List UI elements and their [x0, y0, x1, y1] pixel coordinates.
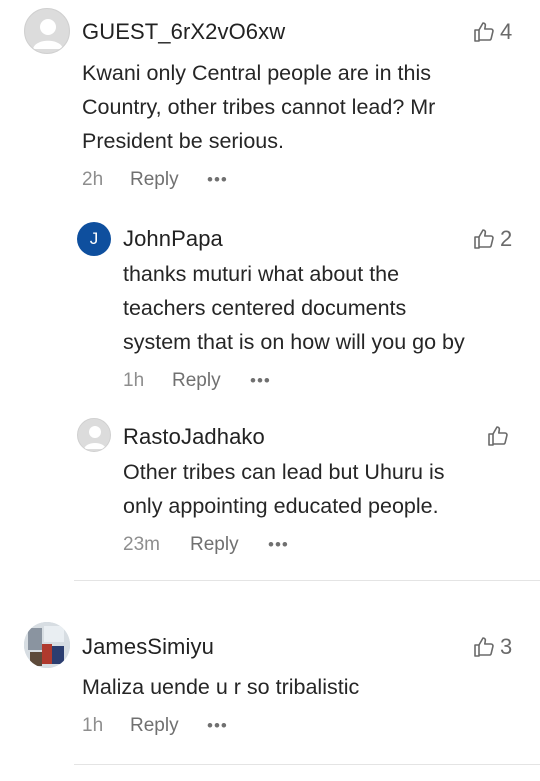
username[interactable]: GUEST_6rX2vO6xw [82, 19, 285, 45]
avatar[interactable]: J [77, 222, 111, 256]
more-options-button[interactable]: ••• [207, 170, 228, 190]
username[interactable]: RastoJadhako [123, 424, 265, 450]
reply-button[interactable]: Reply [130, 169, 179, 191]
more-options-button[interactable]: ••• [250, 371, 271, 391]
thumbs-up-icon [474, 22, 494, 42]
like-button[interactable]: 2 [472, 226, 512, 252]
reply-button[interactable]: Reply [172, 370, 221, 392]
like-count: 3 [500, 634, 513, 659]
user-photo-icon [24, 622, 70, 668]
timestamp: 1h [82, 715, 104, 736]
avatar[interactable] [24, 622, 70, 668]
comment-text-line: Kwani only Central people are in this [82, 61, 431, 85]
divider [74, 764, 540, 765]
like-button[interactable]: 4 [472, 19, 512, 45]
more-options-button[interactable]: ••• [207, 716, 228, 736]
comment-text-line: Country, other tribes cannot lead? Mr [82, 95, 436, 119]
avatar[interactable] [77, 418, 111, 452]
comment-text-line: Other tribes can lead but Uhuru is [123, 460, 445, 484]
timestamp: 23m [123, 534, 160, 555]
like-count: 2 [500, 226, 513, 251]
like-button[interactable] [486, 424, 514, 448]
reply-button[interactable]: Reply [190, 534, 239, 556]
like-button[interactable]: 3 [472, 634, 512, 660]
comment-text-line: President be serious. [82, 129, 284, 153]
comment-text-line: Maliza uende u r so tribalistic [82, 675, 360, 699]
username[interactable]: JamesSimiyu [82, 634, 214, 660]
more-options-button[interactable]: ••• [268, 535, 289, 555]
user-silhouette-icon [84, 426, 106, 449]
username[interactable]: JohnPapa [123, 226, 223, 252]
comment-text-line: system that is on how will you go by [123, 330, 465, 354]
thumbs-up-icon [474, 229, 494, 249]
timestamp: 2h [82, 169, 104, 190]
comment-text-line: thanks muturi what about the [123, 262, 400, 286]
user-silhouette-icon [33, 19, 63, 49]
divider [74, 580, 540, 581]
avatar[interactable] [24, 8, 70, 54]
timestamp: 1h [123, 370, 145, 391]
comment-text-line: teachers centered documents [123, 296, 407, 320]
reply-button[interactable]: Reply [130, 715, 179, 737]
like-count: 4 [500, 19, 513, 44]
thumbs-up-icon [474, 637, 494, 657]
thumbs-up-icon [488, 426, 508, 446]
comment-text-line: only appointing educated people. [123, 494, 439, 518]
